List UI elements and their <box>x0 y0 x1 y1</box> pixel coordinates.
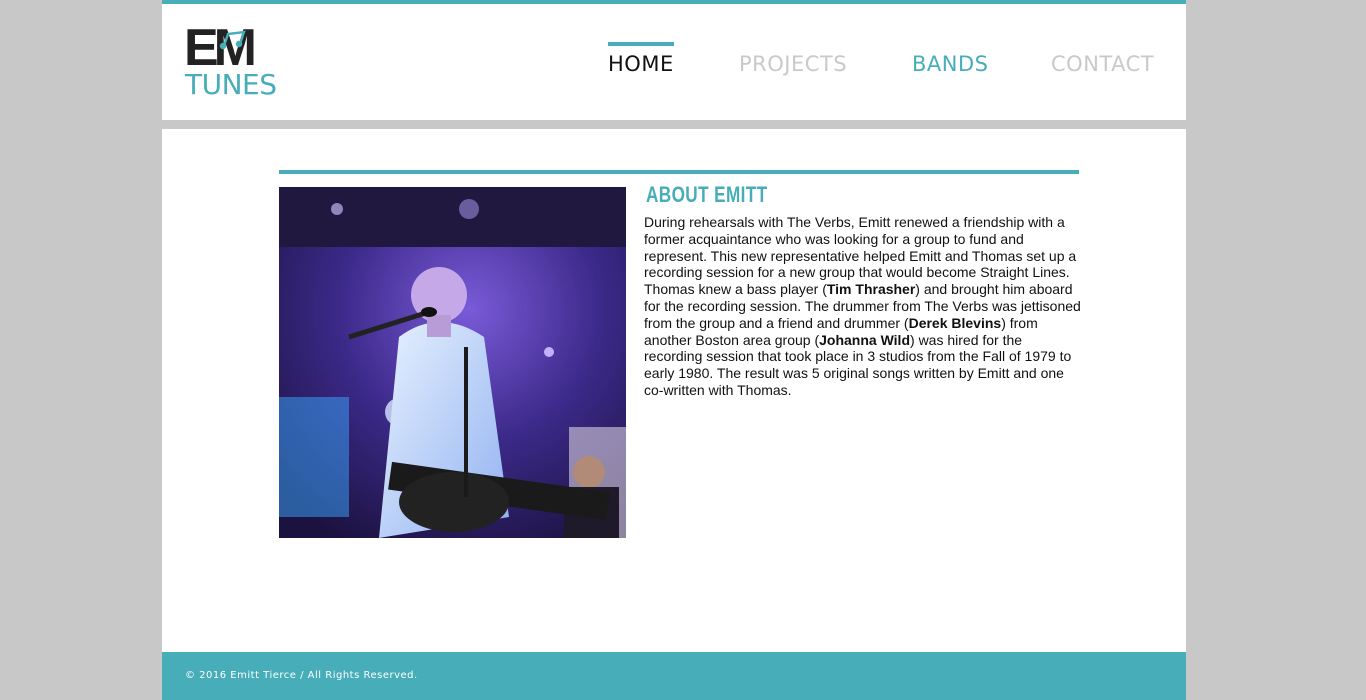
music-note-icon <box>219 30 246 50</box>
about-heading: ABOUT EMITT <box>646 182 768 207</box>
group-name: Johanna Wild <box>819 331 911 348</box>
bassist-name: Tim Thrasher <box>826 281 916 298</box>
nav-home-label: HOME <box>608 52 674 76</box>
em-tunes-logo[interactable]: EM TUNES <box>184 22 284 101</box>
nav-bands-label: BANDS <box>912 52 989 76</box>
emitt-performance-photo <box>279 187 626 538</box>
section-divider <box>279 170 1079 174</box>
nav-home[interactable]: HOME <box>608 42 674 82</box>
site-footer: © 2016 Emitt Tierce / All Rights Reserve… <box>162 652 1186 700</box>
nav-projects-label: PROJECTS <box>739 52 848 76</box>
main-content: ABOUT EMITT During rehearsals with The V… <box>162 129 1186 652</box>
logo-tunes-text: TUNES <box>185 68 277 101</box>
about-paragraph: During rehearsals with The Verbs, Emitt … <box>644 214 1082 399</box>
nav-contact-label: CONTACT <box>1051 52 1155 76</box>
nav-projects[interactable]: PROJECTS <box>739 42 847 82</box>
site-header: EM TUNES HOME PROJECTS BANDS CONTACT <box>162 0 1186 120</box>
nav-bands[interactable]: BANDS <box>912 42 988 82</box>
copyright-text: © 2016 Emitt Tierce / All Rights Reserve… <box>185 670 418 681</box>
drummer-name: Derek Blevins <box>908 314 1002 331</box>
nav-contact[interactable]: CONTACT <box>1051 42 1154 82</box>
